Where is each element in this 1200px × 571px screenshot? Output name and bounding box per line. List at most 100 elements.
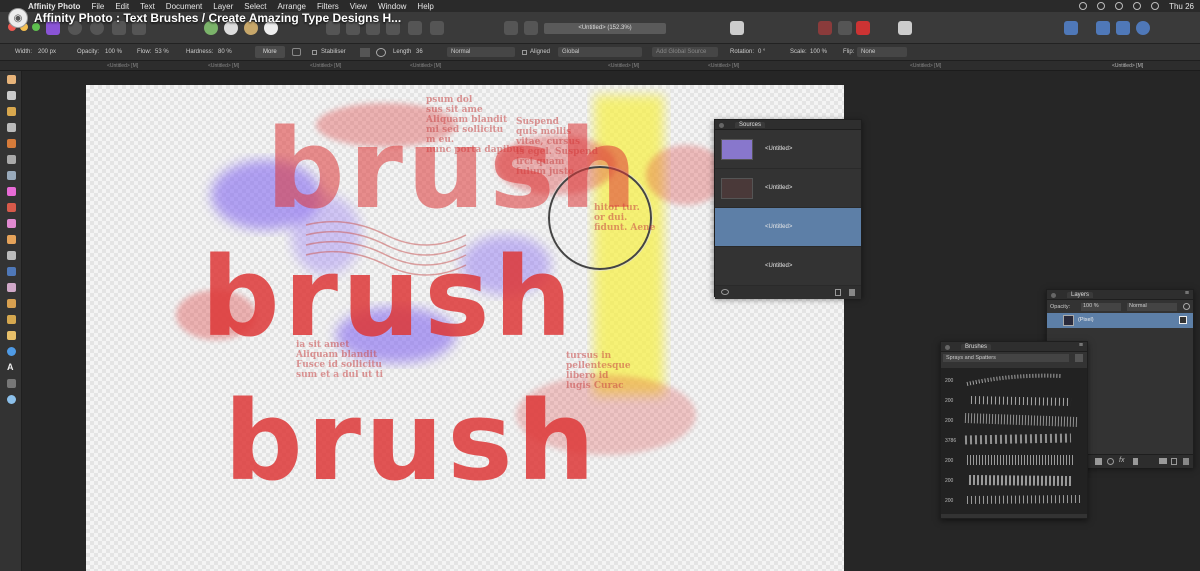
adjustment-layer-icon[interactable] <box>1107 458 1114 465</box>
layers-panel-title[interactable]: Layers <box>1067 292 1094 298</box>
gradient-tool-icon[interactable] <box>7 187 16 196</box>
tab-document-3[interactable]: <Untitled> [M] <box>310 63 341 69</box>
status-icon-3[interactable] <box>1115 2 1124 10</box>
source-row-selected[interactable]: <Untitled> <box>715 208 861 247</box>
erase-tool-icon[interactable] <box>7 235 16 244</box>
source-row[interactable]: <Untitled> <box>715 130 861 169</box>
layer-blend-dropdown[interactable]: Normal <box>1127 303 1177 311</box>
eye-icon[interactable] <box>721 289 729 295</box>
tab-document-6[interactable]: <Untitled> [M] <box>708 63 739 69</box>
menu-help[interactable]: Help <box>417 2 433 11</box>
brush-options-icon[interactable] <box>1075 354 1083 362</box>
color-picker-icon[interactable] <box>856 21 870 35</box>
brush-item[interactable]: 200 <box>941 390 1087 410</box>
blend-mode-dropdown[interactable]: Normal <box>447 47 515 57</box>
refine-icon[interactable] <box>430 21 444 35</box>
brush-item[interactable]: 200 <box>941 370 1087 390</box>
brush-item[interactable]: 200 <box>941 490 1087 510</box>
source-row[interactable]: <Untitled> <box>715 247 861 286</box>
flip-dropdown[interactable]: None <box>857 47 907 57</box>
source-row[interactable]: <Untitled> <box>715 169 861 208</box>
tab-document-5[interactable]: <Untitled> [M] <box>608 63 639 69</box>
studio-panel-icon[interactable] <box>1064 21 1078 35</box>
assistant-icon[interactable] <box>730 21 744 35</box>
add-source-icon[interactable] <box>835 289 841 296</box>
align-icon[interactable] <box>524 21 538 35</box>
order-back-icon[interactable] <box>818 21 832 35</box>
flood-fill-icon[interactable] <box>7 171 16 180</box>
layer-visibility-checkbox[interactable] <box>1179 316 1187 324</box>
move-tool-icon[interactable] <box>7 91 16 100</box>
sources-panel-title[interactable]: Sources <box>735 122 766 128</box>
tab-document-2[interactable]: <Untitled> [M] <box>208 63 239 69</box>
status-icon-1[interactable] <box>1079 2 1088 10</box>
fx-icon[interactable]: fx <box>1119 457 1124 464</box>
layer-row-selected[interactable]: (Pixel) <box>1047 313 1193 328</box>
share-icon[interactable] <box>1116 21 1130 35</box>
order-forward-icon[interactable] <box>838 21 852 35</box>
pen-tool-icon[interactable] <box>7 315 16 324</box>
pin-icon[interactable] <box>898 21 912 35</box>
layer-opacity-field[interactable]: 100 % <box>1081 303 1121 311</box>
wet-edges-icon[interactable] <box>292 48 301 56</box>
close-panel-icon[interactable] <box>719 123 724 128</box>
delete-layer-icon[interactable] <box>1183 458 1189 465</box>
crop-tool-icon[interactable] <box>7 123 16 132</box>
clock[interactable]: Thu 26 <box>1169 2 1194 11</box>
text-tool-icon[interactable]: A <box>7 363 16 372</box>
snap-icon[interactable] <box>504 21 518 35</box>
video-title[interactable]: Affinity Photo : Text Brushes / Create A… <box>34 11 401 25</box>
opacity-value[interactable]: 100 % <box>105 49 122 55</box>
panel-menu-icon[interactable]: ≡ <box>1079 342 1083 349</box>
quick-mask-icon[interactable] <box>408 21 422 35</box>
add-layer-icon[interactable] <box>1171 458 1177 465</box>
stabiliser-checkbox[interactable] <box>312 50 317 55</box>
rotation-value[interactable]: 0 ° <box>758 49 765 55</box>
layer-settings-icon[interactable] <box>1183 303 1190 310</box>
zoom-tool-icon[interactable] <box>7 395 16 404</box>
brush-item[interactable]: 200 <box>941 470 1087 490</box>
paint-brush-tool-icon[interactable] <box>7 203 16 212</box>
sampling-dropdown[interactable]: Global <box>558 47 642 57</box>
clone-tool-icon[interactable] <box>7 267 16 276</box>
tab-document-1[interactable]: <Untitled> [M] <box>107 63 138 69</box>
dodge-tool-icon[interactable] <box>7 251 16 260</box>
brush-item[interactable]: 200 <box>941 450 1087 470</box>
search-icon[interactable] <box>1151 2 1160 10</box>
window-mode-icon[interactable] <box>376 48 386 57</box>
pencil-tool-icon[interactable] <box>7 331 16 340</box>
close-panel-icon[interactable] <box>1051 293 1056 298</box>
tab-document-4[interactable]: <Untitled> [M] <box>410 63 441 69</box>
chat-icon[interactable] <box>1096 21 1110 35</box>
selection-brush-icon[interactable] <box>7 139 16 148</box>
width-value[interactable]: 200 px <box>38 49 56 55</box>
panel-menu-icon[interactable]: ≡ <box>1185 290 1189 297</box>
shape-tool-icon[interactable] <box>7 347 16 356</box>
tab-document-7[interactable]: <Untitled> [M] <box>910 63 941 69</box>
more-button[interactable]: More <box>255 46 285 58</box>
tab-document-8-active[interactable]: <Untitled> [M] <box>1112 63 1143 69</box>
trash-icon[interactable] <box>849 289 855 296</box>
scale-value[interactable]: 100 % <box>810 49 827 55</box>
length-value[interactable]: 36 <box>416 49 423 55</box>
brush-item[interactable]: 3786 <box>941 430 1087 450</box>
live-filter-icon[interactable] <box>1133 458 1138 465</box>
flow-value[interactable]: 53 % <box>155 49 169 55</box>
document-zoom-field[interactable]: <Untitled> (152.3%) <box>544 23 666 34</box>
color-replacement-icon[interactable] <box>7 219 16 228</box>
status-icon-2[interactable] <box>1097 2 1106 10</box>
healing-tool-icon[interactable] <box>7 283 16 292</box>
brushes-panel-title[interactable]: Brushes <box>961 344 992 350</box>
hardness-value[interactable]: 80 % <box>218 49 232 55</box>
close-panel-icon[interactable] <box>945 345 950 350</box>
brush-category-dropdown[interactable]: Sprays and Spatters <box>943 354 1069 362</box>
wifi-icon[interactable] <box>1133 2 1142 10</box>
rope-mode-icon[interactable] <box>360 48 370 57</box>
marquee-tool-icon[interactable] <box>7 155 16 164</box>
group-layers-icon[interactable] <box>1159 458 1167 464</box>
sync-icon[interactable] <box>1136 21 1150 35</box>
channel-avatar[interactable]: ◉ <box>8 8 28 28</box>
blemish-tool-icon[interactable] <box>7 299 16 308</box>
brush-item[interactable]: 200 <box>941 410 1087 430</box>
mesh-warp-icon[interactable] <box>7 379 16 388</box>
